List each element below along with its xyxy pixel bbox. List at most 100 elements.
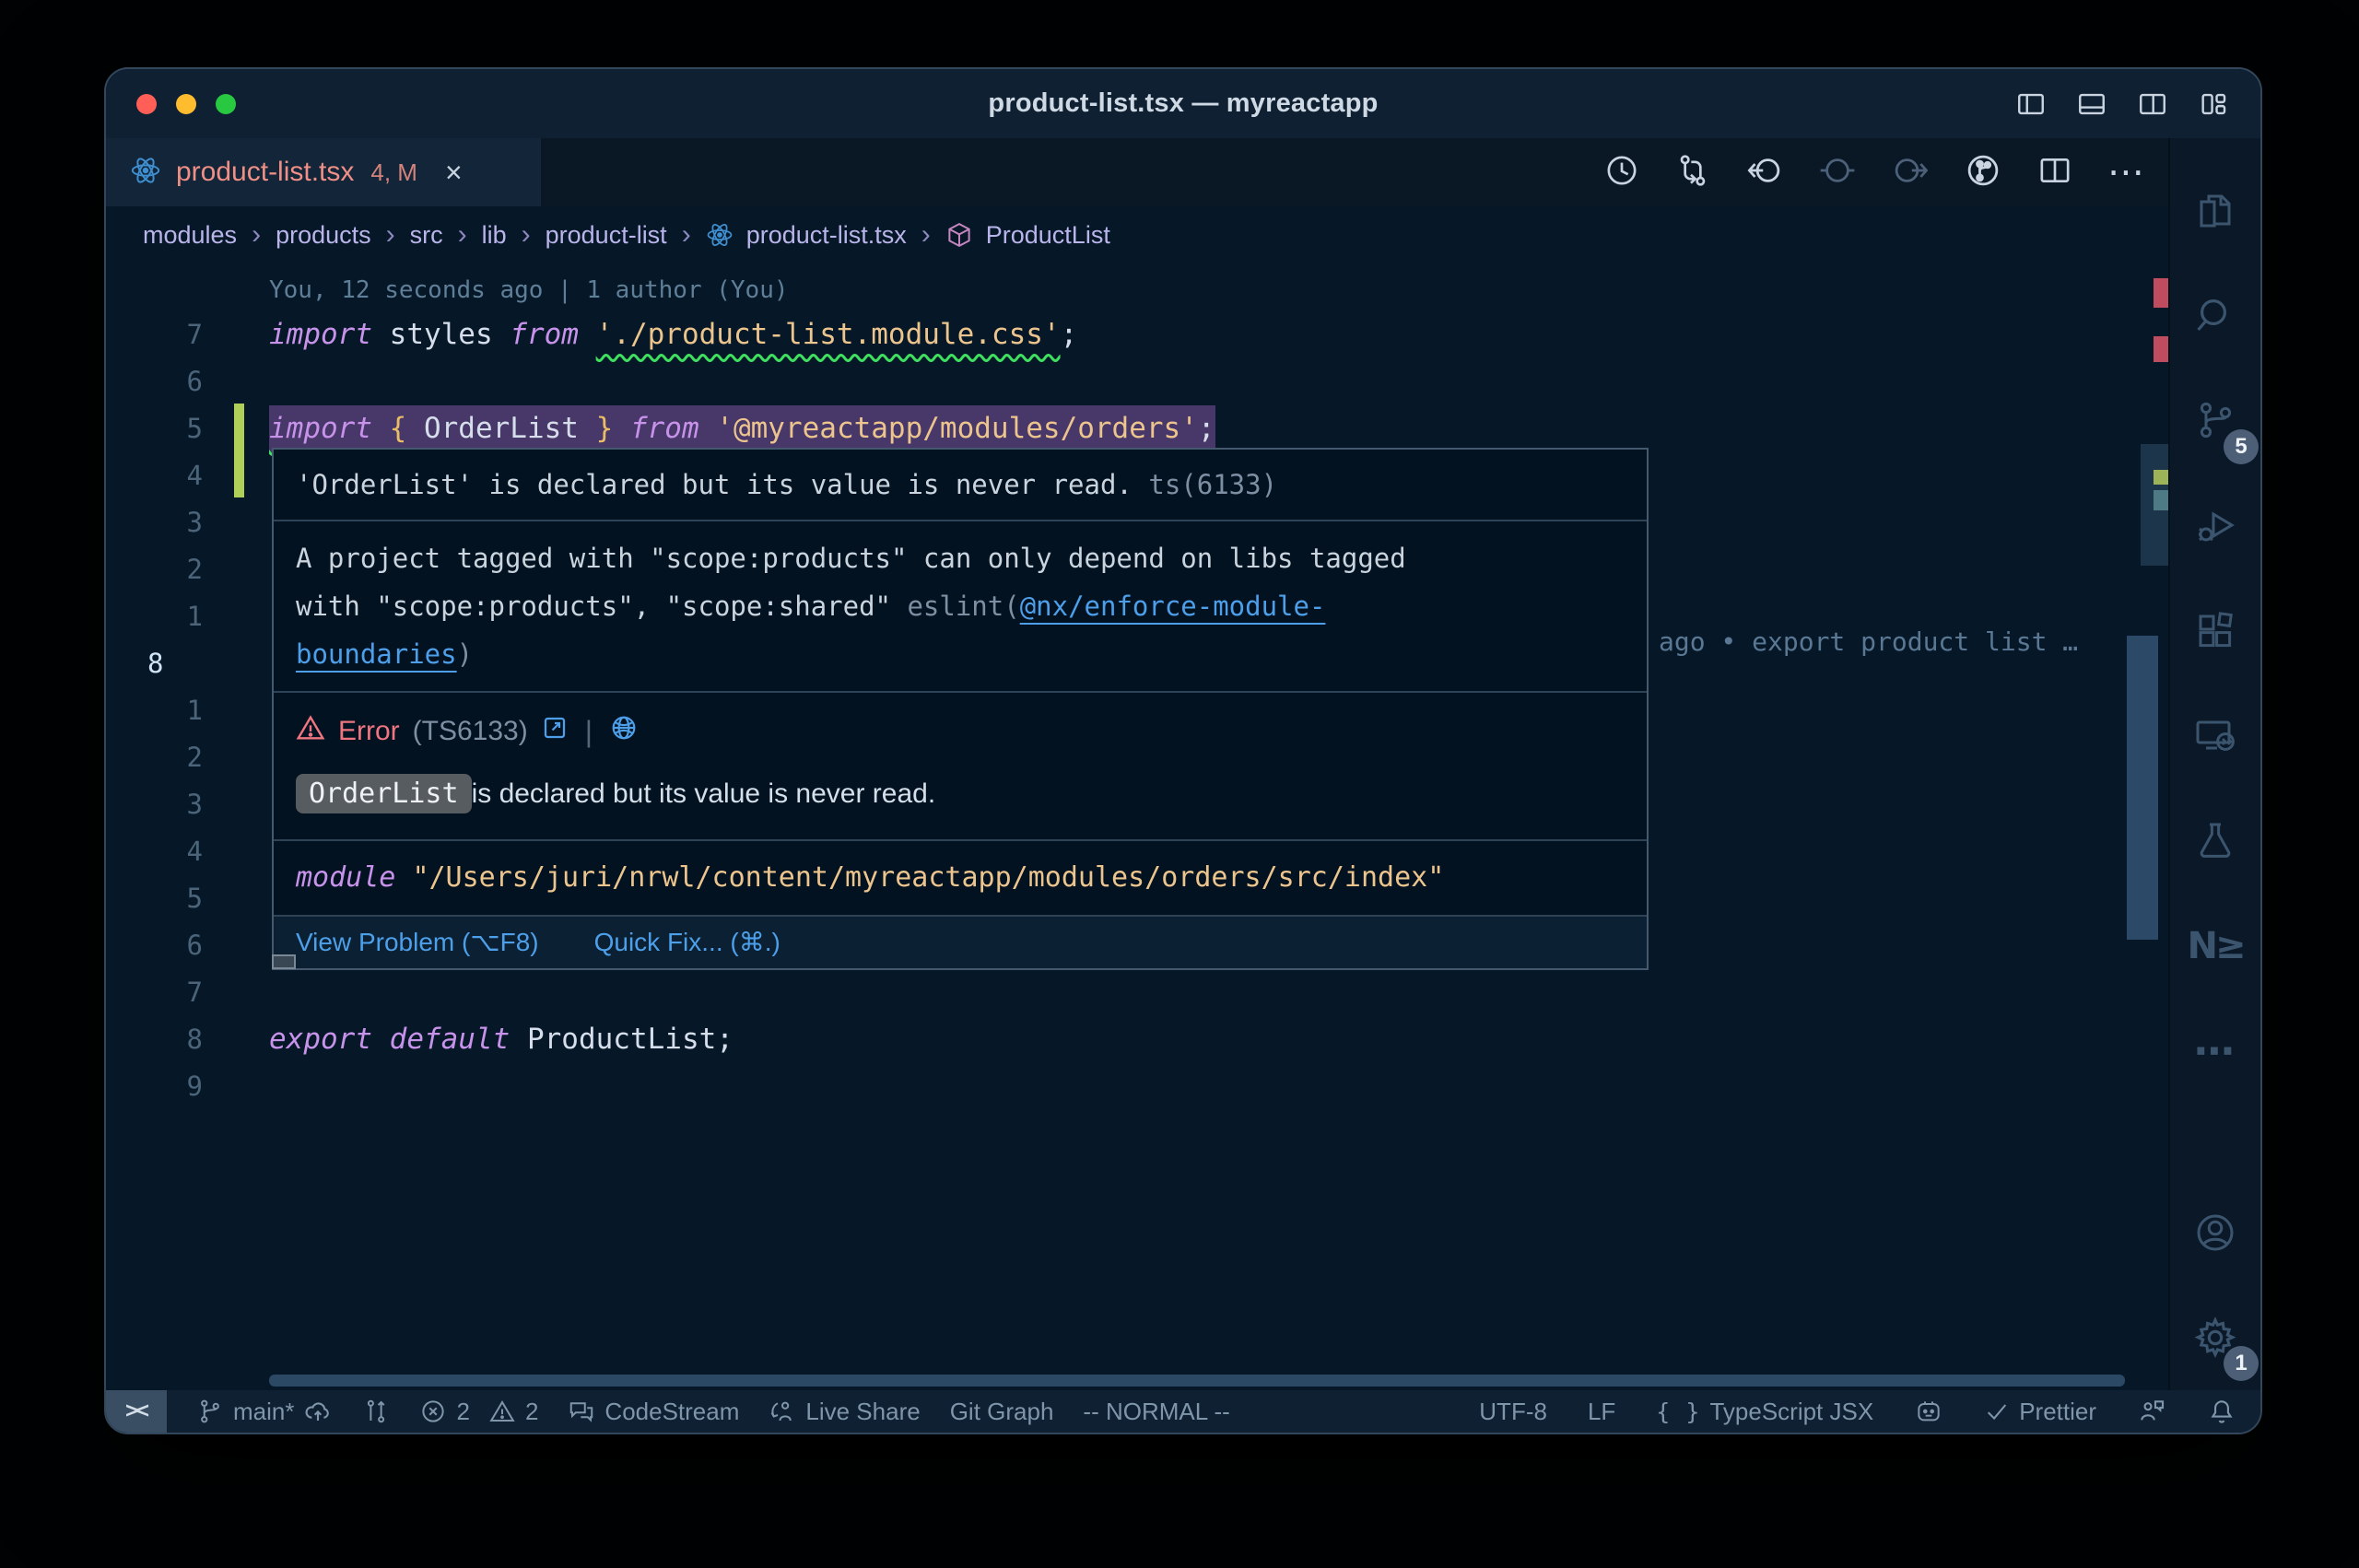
line-number[interactable]: 1 [106,687,203,734]
code-line[interactable]: 8 export default ProductList; [106,1016,2168,1063]
codestream-status[interactable]: CodeStream [568,1398,739,1426]
compare-changes-icon[interactable] [1674,152,1711,193]
sidebar-item-explorer[interactable] [2170,158,2260,263]
github-status-icon[interactable] [1914,1397,1943,1426]
sidebar-item-extensions[interactable] [2170,579,2260,684]
sidebar-item-source-control[interactable]: 5 [2170,369,2260,474]
code-text: import styles from './product-list.modul… [269,311,1077,358]
sidebar-item-testing[interactable] [2170,789,2260,894]
customize-layout-icon[interactable] [2198,88,2229,120]
code-line[interactable]: 6 [106,358,2168,405]
code-line[interactable]: 9 [106,1063,2168,1110]
line-number[interactable]: 4 [106,452,203,499]
next-diff-icon[interactable] [1891,151,1930,194]
cloud-upload-icon [303,1397,333,1426]
editor-area[interactable]: You, 12 seconds ago | 1 author (You) 7 imp… [106,263,2168,1390]
code-text: export default ProductList; [269,1016,734,1063]
horizontal-scrollbar[interactable] [269,1375,2125,1387]
compare-changes-status-icon[interactable] [362,1398,390,1425]
previous-change-icon[interactable] [1745,151,1784,194]
toggle-primary-sidebar-icon[interactable] [2015,88,2047,120]
window-controls [136,94,236,114]
quick-fix-link[interactable]: Quick Fix... (⌘.) [594,926,780,959]
tab-bar: product-list.tsx 4, M × ⋯ [106,138,2168,206]
minimize-button[interactable] [176,94,196,114]
eslint-rule-link[interactable]: boundaries [296,638,457,670]
split-editor-icon[interactable] [2036,152,2073,193]
line-number[interactable]: 6 [106,358,203,405]
warning-triangle-icon [296,713,325,750]
code-line[interactable]: 5import { OrderList } from '@myreactapp/… [106,405,2168,452]
sidebar-item-search[interactable] [2170,263,2260,369]
language-indicator[interactable]: { }TypeScript JSX [1656,1398,1873,1426]
line-number[interactable]: 3 [106,499,203,546]
code-line[interactable]: 7 import styles from './product-list.modu… [106,311,2168,358]
eslint-rule-link[interactable]: @nx/enforce-module- [1020,591,1326,622]
line-number[interactable]: 2 [106,546,203,593]
prettier-status[interactable]: Prettier [1984,1398,2096,1426]
breadcrumb-item[interactable]: src [410,221,443,250]
settings-gear-icon[interactable]: 1 [2170,1285,2260,1390]
braces-icon: { } [1656,1398,1700,1425]
line-number[interactable]: 9 [106,1063,203,1110]
line-number[interactable]: 2 [106,734,203,781]
warning-triangle-icon [488,1398,516,1425]
line-number[interactable]: 3 [106,781,203,828]
breadcrumb-item[interactable]: lib [482,221,507,250]
tooltip-module-path: module "/Users/juri/nrwl/content/myreact… [274,841,1647,917]
breadcrumb-symbol[interactable]: ProductList [986,221,1110,250]
git-graph-status[interactable]: Git Graph [950,1398,1054,1426]
react-icon [706,221,734,249]
more-views-icon[interactable]: ⋯ [2170,999,2260,1104]
zoom-button[interactable] [216,94,236,114]
live-share-status[interactable]: Live Share [769,1398,920,1426]
error-hover-tooltip: 'OrderList' is declared but its value is… [272,448,1649,970]
more-actions-icon[interactable]: ⋯ [2107,154,2144,191]
view-problem-link[interactable]: View Problem (⌥F8) [296,926,539,959]
tab-close-icon[interactable]: × [445,158,463,187]
live-share-icon [769,1398,796,1425]
tab-product-list[interactable]: product-list.tsx 4, M × [106,138,541,206]
previous-diff-icon[interactable] [1818,151,1857,194]
sidebar-item-nx-console[interactable]: N≥ [2170,894,2260,999]
tooltip-resize-handle[interactable] [272,954,296,969]
breadcrumb-file[interactable]: product-list.tsx [746,221,907,250]
codelens[interactable]: You, 12 seconds ago | 1 author (You) [269,269,2168,311]
modified-gutter-indicator [234,404,244,497]
encoding-indicator[interactable]: UTF-8 [1479,1398,1547,1426]
line-number[interactable]: 6 [106,922,203,969]
sidebar-item-run-debug[interactable] [2170,474,2260,579]
line-number[interactable]: 4 [106,828,203,875]
codelens-occluded[interactable]: ago • export product list … [1659,621,2078,663]
line-number[interactable]: 8 [106,1016,203,1063]
line-number[interactable]: 7 [106,311,203,358]
vertical-scrollbar[interactable] [2127,636,2158,940]
git-graph-action-icon[interactable] [1964,151,2002,194]
account-icon[interactable] [2170,1180,2260,1285]
code-line[interactable]: 7 [106,969,2168,1016]
git-branch-status[interactable]: main* [196,1397,333,1426]
vim-mode-indicator[interactable]: -- NORMAL -- [1083,1398,1229,1426]
notifications-bell-icon[interactable] [2207,1397,2236,1426]
toggle-panel-icon[interactable] [2076,88,2107,120]
sidebar-item-remote-explorer[interactable] [2170,684,2260,789]
breadcrumb-item[interactable]: modules [143,221,237,250]
close-button[interactable] [136,94,157,114]
breadcrumb-item[interactable]: products [276,221,371,250]
breadcrumb-item[interactable]: product-list [546,221,667,250]
globe-icon[interactable] [609,713,639,750]
toggle-secondary-sidebar-icon[interactable] [2137,88,2168,120]
open-external-icon[interactable] [541,714,569,749]
problems-status[interactable]: 2 2 [419,1398,538,1426]
error-label: Error [338,716,400,747]
line-number[interactable]: 5 [106,875,203,922]
line-number[interactable]: 5 [106,405,203,452]
line-number[interactable]: 8 [106,640,203,687]
line-number[interactable]: 1 [106,593,203,640]
line-number[interactable]: 7 [106,969,203,1016]
timeline-icon[interactable] [1603,152,1640,193]
activity-bar: 5 N≥ ⋯ 1 [2168,138,2260,1390]
feedback-icon[interactable] [2137,1397,2166,1426]
eol-indicator[interactable]: LF [1588,1398,1615,1426]
remote-indicator[interactable]: >< [106,1390,167,1433]
